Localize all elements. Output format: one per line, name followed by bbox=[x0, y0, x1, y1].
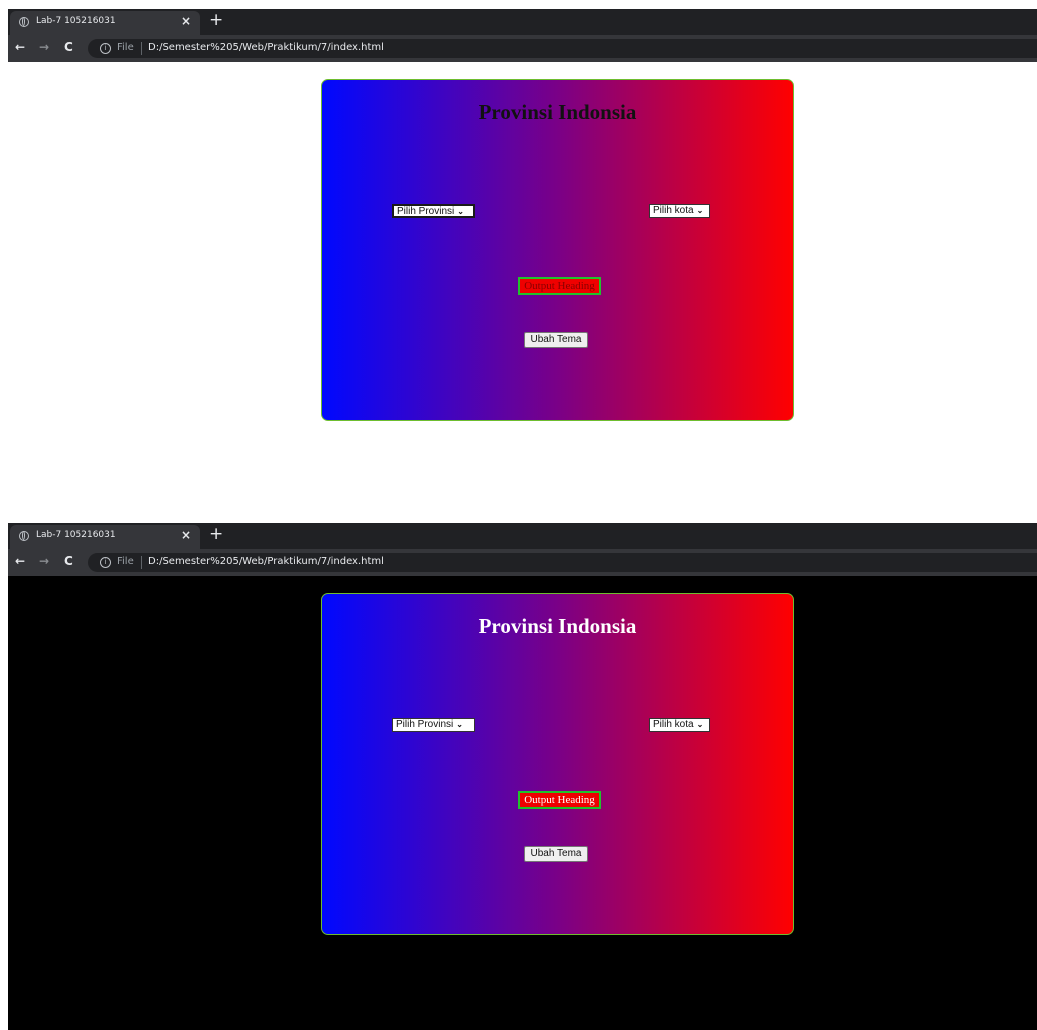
tab-close-icon[interactable]: × bbox=[181, 528, 191, 542]
province-card: Provinsi Indonsia Pilih Provinsi ⌄ Pilih … bbox=[321, 79, 794, 421]
chevron-down-icon: ⌄ bbox=[456, 720, 463, 729]
screenshot-light-theme: Lab-7 105216031 × + ← → C i File D:/Seme… bbox=[8, 9, 1037, 522]
city-select[interactable]: Pilih kota ⌄ bbox=[649, 718, 710, 732]
city-select-value: Pilih kota bbox=[653, 719, 694, 730]
globe-icon bbox=[19, 531, 29, 541]
origin-label: File bbox=[117, 42, 134, 53]
browser-tab[interactable]: Lab-7 105216031 × bbox=[10, 11, 200, 35]
info-icon[interactable]: i bbox=[100, 557, 111, 568]
url-text[interactable]: D:/Semester%205/Web/Praktikum/7/index.ht… bbox=[148, 42, 384, 53]
reload-button[interactable]: C bbox=[64, 40, 73, 54]
globe-icon bbox=[19, 17, 29, 27]
omnibox-divider bbox=[141, 42, 142, 55]
address-bar[interactable]: i File D:/Semester%205/Web/Praktikum/7/i… bbox=[88, 39, 1037, 58]
tab-strip: Lab-7 105216031 × + bbox=[8, 9, 1037, 35]
screenshot-dark-theme: Lab-7 105216031 × + ← → C i File D:/Seme… bbox=[8, 523, 1037, 1030]
province-select[interactable]: Pilih Provinsi ⌄ bbox=[392, 718, 475, 732]
new-tab-button[interactable]: + bbox=[209, 524, 223, 544]
province-select-value: Pilih Provinsi bbox=[396, 719, 454, 730]
page-title: Provinsi Indonsia bbox=[478, 100, 637, 124]
province-select-value: Pilih Provinsi bbox=[397, 206, 455, 217]
chevron-down-icon: ⌄ bbox=[696, 206, 704, 215]
chevron-down-icon: ⌄ bbox=[696, 720, 704, 729]
forward-button[interactable]: → bbox=[39, 40, 49, 54]
tab-strip: Lab-7 105216031 × + bbox=[8, 523, 1037, 549]
tab-close-icon[interactable]: × bbox=[181, 14, 191, 28]
city-select[interactable]: Pilih kota ⌄ bbox=[649, 204, 710, 218]
address-bar[interactable]: i File D:/Semester%205/Web/Praktikum/7/i… bbox=[88, 553, 1037, 572]
change-theme-button[interactable]: Ubah Tema bbox=[524, 332, 588, 348]
url-text[interactable]: D:/Semester%205/Web/Praktikum/7/index.ht… bbox=[148, 556, 384, 567]
change-theme-button[interactable]: Ubah Tema bbox=[524, 846, 588, 862]
output-heading: Output Heading bbox=[518, 791, 601, 809]
navigation-bar: ← → C i File D:/Semester%205/Web/Praktik… bbox=[8, 549, 1037, 576]
city-select-value: Pilih kota bbox=[653, 205, 694, 216]
tab-title: Lab-7 105216031 bbox=[36, 530, 116, 540]
tab-title: Lab-7 105216031 bbox=[36, 16, 116, 26]
back-button[interactable]: ← bbox=[15, 554, 25, 568]
province-card: Provinsi Indonsia Pilih Provinsi ⌄ Pilih … bbox=[321, 593, 794, 935]
omnibox-divider bbox=[141, 556, 142, 569]
province-select[interactable]: Pilih Provinsi ⌄ bbox=[392, 204, 475, 218]
browser-tab[interactable]: Lab-7 105216031 × bbox=[10, 525, 200, 549]
new-tab-button[interactable]: + bbox=[209, 10, 223, 30]
reload-button[interactable]: C bbox=[64, 554, 73, 568]
info-icon[interactable]: i bbox=[100, 43, 111, 54]
origin-label: File bbox=[117, 556, 134, 567]
output-heading: Output Heading bbox=[518, 277, 601, 295]
back-button[interactable]: ← bbox=[15, 40, 25, 54]
page-title: Provinsi Indonsia bbox=[478, 614, 637, 638]
chevron-down-icon: ⌄ bbox=[457, 207, 464, 216]
forward-button[interactable]: → bbox=[39, 554, 49, 568]
navigation-bar: ← → C i File D:/Semester%205/Web/Praktik… bbox=[8, 35, 1037, 62]
